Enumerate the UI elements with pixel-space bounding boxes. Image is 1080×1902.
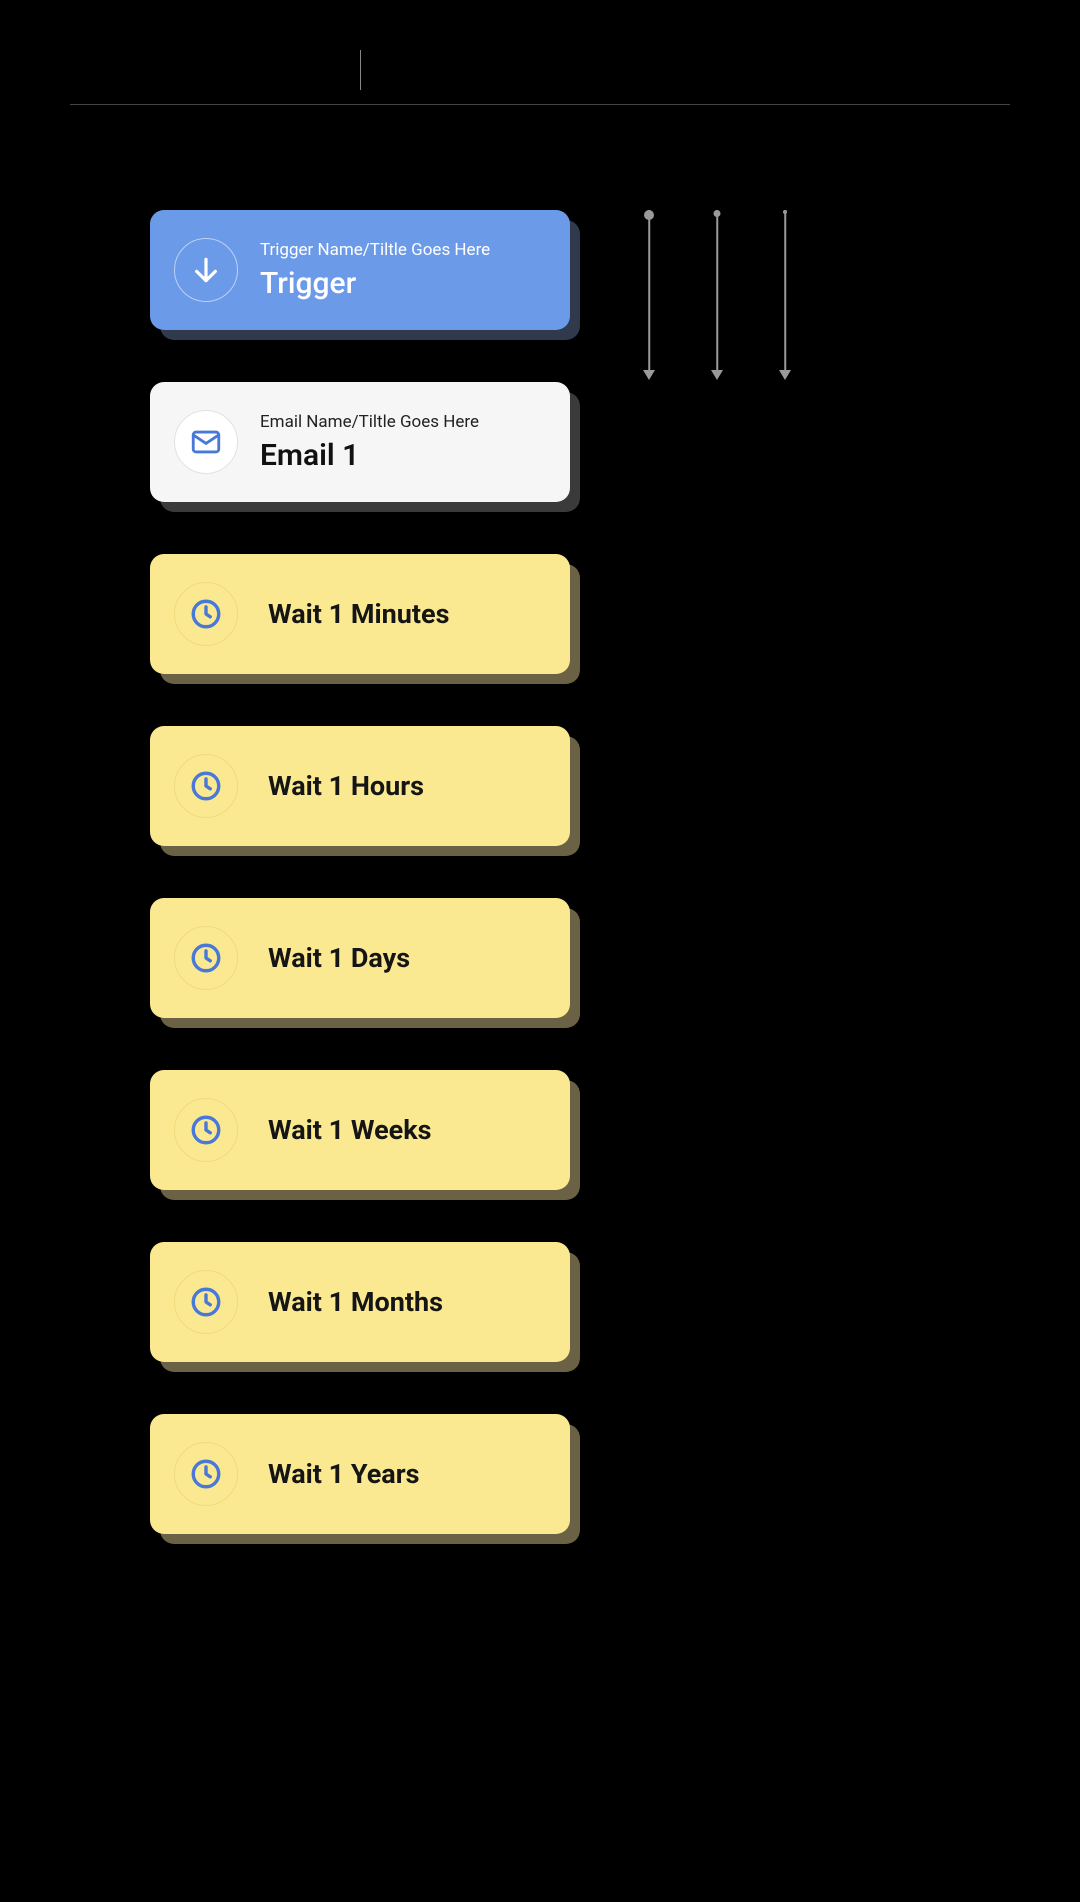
email-title: Email 1 (260, 438, 479, 473)
workflow-cards-column: Trigger Name/Tiltle Goes Here Trigger Em… (150, 210, 570, 1586)
wait-unit: Minutes (351, 598, 450, 630)
wait-prefix: Wait (268, 598, 322, 630)
wait-amount: 1 (329, 1114, 345, 1146)
wait-unit: Days (351, 942, 410, 974)
wait-amount: 1 (329, 1286, 345, 1318)
wait-unit: Weeks (351, 1114, 432, 1146)
wait-prefix: Wait (268, 1458, 322, 1490)
wait-minutes-card[interactable]: Wait 1 Minutes (150, 554, 570, 674)
wait-amount: 1 (329, 1458, 345, 1490)
wait-label: Wait 1 Years (268, 1458, 420, 1490)
connector-line (784, 210, 786, 370)
wait-label: Wait 1 Minutes (268, 598, 450, 630)
wait-unit: Months (351, 1286, 443, 1318)
trigger-subtitle: Trigger Name/Tiltle Goes Here (260, 240, 490, 260)
wait-amount: 1 (329, 942, 345, 974)
connector-line (648, 210, 650, 370)
wait-months-card[interactable]: Wait 1 Months (150, 1242, 570, 1362)
connector-line (716, 210, 718, 370)
arrowhead-down-icon (711, 370, 723, 380)
envelope-icon (174, 410, 238, 474)
wait-unit: Hours (351, 770, 424, 802)
connector-arrow-large (640, 210, 658, 380)
top-vertical-divider (360, 50, 361, 90)
wait-unit: Years (351, 1458, 420, 1490)
wait-prefix: Wait (268, 770, 322, 802)
clock-icon (174, 926, 238, 990)
clock-icon (174, 582, 238, 646)
wait-label: Wait 1 Hours (268, 770, 424, 802)
clock-icon (174, 1098, 238, 1162)
arrowhead-down-icon (643, 370, 655, 380)
wait-days-card[interactable]: Wait 1 Days (150, 898, 570, 1018)
wait-label: Wait 1 Days (268, 942, 410, 974)
trigger-card[interactable]: Trigger Name/Tiltle Goes Here Trigger (150, 210, 570, 330)
clock-icon (174, 1270, 238, 1334)
wait-prefix: Wait (268, 1286, 322, 1318)
trigger-text: Trigger Name/Tiltle Goes Here Trigger (260, 240, 490, 301)
email-card[interactable]: Email Name/Tiltle Goes Here Email 1 (150, 382, 570, 502)
wait-prefix: Wait (268, 1114, 322, 1146)
horizontal-rule (70, 104, 1010, 105)
clock-icon (174, 754, 238, 818)
connector-arrow-medium (708, 210, 726, 380)
connector-arrow-small (776, 210, 794, 380)
email-text: Email Name/Tiltle Goes Here Email 1 (260, 412, 479, 473)
wait-years-card[interactable]: Wait 1 Years (150, 1414, 570, 1534)
wait-label: Wait 1 Weeks (268, 1114, 432, 1146)
connector-arrows-group (640, 210, 794, 380)
wait-amount: 1 (329, 598, 345, 630)
wait-label: Wait 1 Months (268, 1286, 443, 1318)
arrowhead-down-icon (779, 370, 791, 380)
wait-weeks-card[interactable]: Wait 1 Weeks (150, 1070, 570, 1190)
wait-amount: 1 (329, 770, 345, 802)
arrow-down-icon (174, 238, 238, 302)
wait-prefix: Wait (268, 942, 322, 974)
trigger-title: Trigger (260, 266, 490, 301)
email-subtitle: Email Name/Tiltle Goes Here (260, 412, 479, 432)
clock-icon (174, 1442, 238, 1506)
wait-hours-card[interactable]: Wait 1 Hours (150, 726, 570, 846)
